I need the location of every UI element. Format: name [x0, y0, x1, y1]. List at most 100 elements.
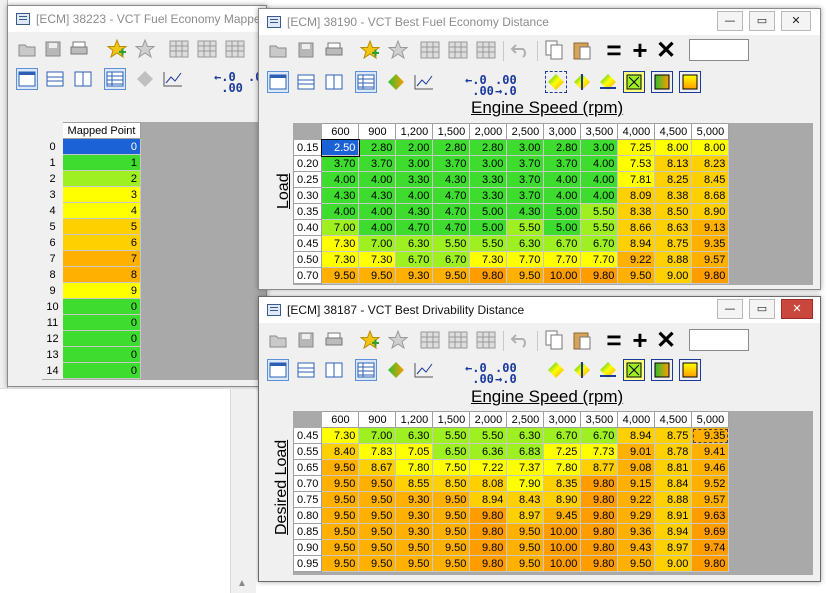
cell[interactable]: 4.00	[358, 203, 397, 220]
minimize-button[interactable]: —	[717, 299, 743, 319]
cell[interactable]: 8.90	[691, 203, 730, 220]
cell[interactable]: 8.94	[654, 523, 693, 540]
cell[interactable]: 3.70	[506, 187, 545, 204]
cell[interactable]: 8.38	[617, 203, 656, 220]
cell[interactable]: 8.68	[691, 187, 730, 204]
table-view-icon[interactable]	[168, 38, 190, 60]
cell[interactable]: 4.30	[506, 203, 545, 220]
cell[interactable]: 9.30	[395, 523, 434, 540]
cell[interactable]: 9.50	[506, 555, 545, 572]
cell[interactable]: 8.75	[654, 235, 693, 252]
cell[interactable]: 8.78	[654, 443, 693, 460]
paste-clipboard-icon[interactable]	[571, 39, 593, 61]
cell[interactable]: 4.30	[358, 187, 397, 204]
cell[interactable]: 8.13	[654, 155, 693, 172]
cell[interactable]: 9.50	[321, 475, 360, 492]
cell[interactable]: 9.22	[617, 251, 656, 268]
smooth-tile-icon[interactable]	[623, 359, 645, 381]
scroll-up-icon[interactable]: ▲	[237, 578, 247, 589]
cell[interactable]: 3.70	[321, 155, 360, 172]
interpolate-vertical-icon[interactable]	[571, 359, 593, 381]
close-button[interactable]: ✕	[781, 299, 813, 319]
add-star-icon[interactable]	[359, 39, 381, 61]
cell[interactable]: 3.70	[543, 155, 582, 172]
cell[interactable]: 8.94	[617, 235, 656, 252]
cell[interactable]: 6.30	[506, 235, 545, 252]
table-view-2-icon[interactable]	[447, 39, 469, 61]
cell[interactable]: 9.01	[617, 443, 656, 460]
print-icon[interactable]	[323, 329, 345, 351]
cell[interactable]: 2	[62, 170, 141, 187]
open-folder-icon[interactable]	[267, 329, 289, 351]
cell[interactable]: 2.80	[469, 139, 508, 156]
cell[interactable]: 5.00	[543, 219, 582, 236]
cell[interactable]: 8.00	[654, 139, 693, 156]
cell[interactable]: 8.94	[617, 427, 656, 444]
cell[interactable]: 9.80	[691, 555, 730, 572]
vertical-split-icon[interactable]	[323, 359, 345, 381]
horizontal-split-icon[interactable]	[44, 68, 66, 90]
multiply-icon[interactable]: ✕	[655, 37, 677, 64]
cell[interactable]: 9.80	[469, 507, 508, 524]
cell[interactable]: 7	[62, 250, 141, 267]
cell[interactable]: 8.63	[654, 219, 693, 236]
decimal-decrease-icon[interactable]: .00 →.0	[495, 362, 517, 385]
cell[interactable]: 7.53	[617, 155, 656, 172]
cell[interactable]: 7.30	[321, 427, 360, 444]
cell[interactable]: 8.55	[395, 475, 434, 492]
cell[interactable]: 9.50	[321, 523, 360, 540]
cell[interactable]: 5.00	[469, 203, 508, 220]
cell[interactable]: 9.50	[358, 555, 397, 572]
cell[interactable]: 9.52	[691, 475, 730, 492]
cell[interactable]: 7.50	[432, 459, 471, 476]
cell[interactable]: 8.88	[654, 491, 693, 508]
cell[interactable]: 9.63	[691, 507, 730, 524]
favorite-star-icon[interactable]	[387, 39, 409, 61]
diamond-fill-icon[interactable]	[134, 68, 156, 90]
cell[interactable]: 3	[62, 186, 141, 203]
cell[interactable]: 5.50	[432, 427, 471, 444]
cell[interactable]: 4.30	[432, 171, 471, 188]
decimal-increase-icon[interactable]: ←.0 .00	[465, 362, 494, 385]
cell[interactable]: 4.00	[580, 155, 619, 172]
title-bar[interactable]: [ECM] 38190 - VCT Best Fuel Economy Dist…	[259, 9, 820, 35]
window-fuel-economy-mapped[interactable]: [ECM] 38223 - VCT Fuel Economy Mapped ←.…	[7, 5, 267, 387]
cell[interactable]: 7.37	[506, 459, 545, 476]
cell[interactable]: 8.23	[691, 155, 730, 172]
undo-icon[interactable]	[509, 329, 531, 351]
cell[interactable]: 9.50	[395, 539, 434, 556]
diamond-fill-icon[interactable]	[385, 359, 407, 381]
plus-icon[interactable]: +	[629, 35, 651, 65]
cell[interactable]: 9.50	[358, 491, 397, 508]
cell[interactable]: 5.50	[469, 427, 508, 444]
graph-line-icon[interactable]	[413, 71, 435, 93]
window-best-drivability[interactable]: [ECM] 38187 - VCT Best Drivability Dista…	[258, 296, 821, 582]
cell[interactable]: 3.00	[469, 155, 508, 172]
cell[interactable]: 0	[62, 314, 141, 331]
cell[interactable]: 5.00	[469, 219, 508, 236]
cell[interactable]: 9.50	[432, 507, 471, 524]
cell[interactable]: 9.50	[321, 459, 360, 476]
cell[interactable]: 4.70	[432, 203, 471, 220]
cell[interactable]: 6.83	[506, 443, 545, 460]
cell[interactable]: 7.80	[543, 459, 582, 476]
cell[interactable]: 9.50	[617, 267, 656, 284]
print-icon[interactable]	[68, 38, 90, 60]
cell[interactable]: 0	[62, 330, 141, 347]
equals-icon[interactable]: =	[603, 325, 625, 355]
window-best-fuel-economy[interactable]: [ECM] 38190 - VCT Best Fuel Economy Dist…	[258, 8, 821, 290]
cell[interactable]: 5.50	[469, 235, 508, 252]
cell[interactable]: 8.38	[654, 187, 693, 204]
cell[interactable]: 9.13	[691, 219, 730, 236]
cell[interactable]: 7.00	[358, 235, 397, 252]
cell[interactable]: 9.50	[506, 523, 545, 540]
cell[interactable]: 4.00	[580, 171, 619, 188]
cell[interactable]: 7.25	[617, 139, 656, 156]
undo-icon[interactable]	[509, 39, 531, 61]
minimize-button[interactable]: —	[717, 11, 743, 31]
cell[interactable]: 6.70	[395, 251, 434, 268]
cell[interactable]: 8.45	[691, 171, 730, 188]
table-view-3-icon[interactable]	[224, 38, 246, 60]
cell[interactable]: 3.70	[358, 155, 397, 172]
cell[interactable]: 7.81	[617, 171, 656, 188]
